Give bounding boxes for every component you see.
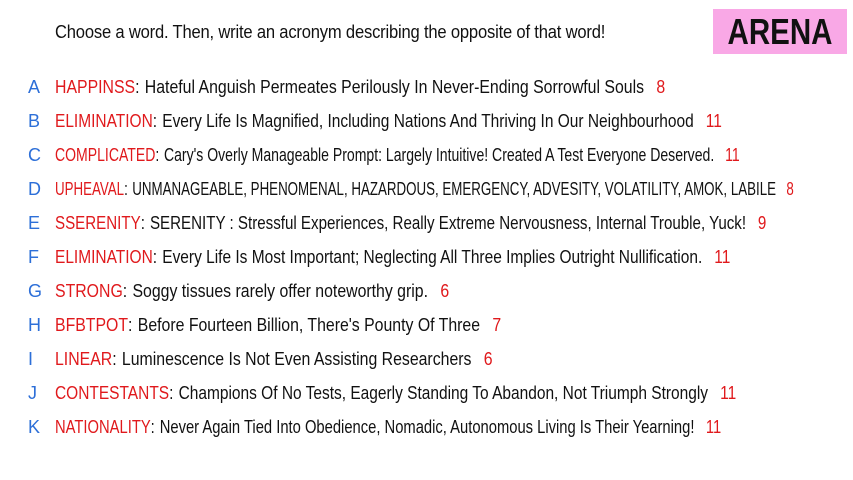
answer-row: F ELIMINATION: Every Life Is Most Importan…: [0, 240, 853, 274]
answer-row: I LINEAR: Luminescence Is Not Even Assisti…: [0, 342, 853, 376]
answer-letter: H: [28, 314, 41, 335]
answer-score: 11: [705, 416, 722, 437]
answer-colon: :: [122, 280, 128, 301]
answer-word: NATIONALITY: [55, 416, 151, 437]
answer-line: COMPLICATED: Cary's Overly Manageable Pro…: [55, 145, 740, 166]
answer-letter: K: [28, 416, 41, 437]
answer-acronym: Hateful Anguish Permeates Perilously In …: [144, 76, 645, 97]
answer-acronym: UNMANAGEABLE, PHENOMENAL, HAZARDOUS, EME…: [132, 178, 777, 199]
arena-badge: ARENA: [713, 9, 847, 54]
answer-colon: :: [112, 348, 117, 369]
answer-line: ELIMINATION: Every Life Is Magnified, Inc…: [55, 111, 722, 132]
answer-colon: :: [152, 246, 158, 267]
answer-score: 6: [440, 280, 450, 301]
answer-row: E SSERENITY: SERENITY : Stressful Experien…: [0, 206, 853, 240]
answer-colon: :: [150, 416, 155, 437]
answer-letter: A: [28, 76, 41, 97]
answer-row: C COMPLICATED: Cary's Overly Manageable Pr…: [0, 138, 853, 172]
answer-score: 11: [705, 110, 722, 131]
answer-letter: D: [28, 178, 41, 199]
answer-word: SSERENITY: [55, 212, 141, 233]
answer-line: NATIONALITY: Never Again Tied Into Obedie…: [55, 417, 721, 438]
answer-letter: F: [28, 246, 39, 267]
answer-word: CONTESTANTS: [55, 382, 170, 403]
answer-row: H BFBTPOT: Before Fourteen Billion, There'…: [0, 308, 853, 342]
answer-score: 9: [757, 212, 767, 233]
answer-row: A HAPPINSS: Hateful Anguish Permeates Peri…: [0, 70, 853, 104]
answer-word: ELIMINATION: [55, 246, 153, 267]
answer-colon: :: [169, 382, 174, 403]
answer-row: D UPHEAVAL: UNMANAGEABLE, PHENOMENAL, HAZA…: [0, 172, 853, 206]
answer-acronym: Every Life Is Magnified, Including Natio…: [162, 110, 694, 131]
answer-row: G STRONG: Soggy tissues rarely offer notew…: [0, 274, 853, 308]
answer-score: 11: [714, 246, 731, 267]
answer-acronym: Luminescence Is Not Even Assisting Resea…: [121, 348, 472, 369]
answer-line: CONTESTANTS: Champions Of No Tests, Eager…: [55, 383, 736, 404]
game-screen: Choose a word. Then, write an acronym de…: [0, 0, 853, 480]
answer-score: 6: [483, 348, 493, 369]
arena-badge-label: ARENA: [727, 10, 833, 52]
answer-score: 8: [656, 76, 666, 97]
answer-word: UPHEAVAL: [55, 178, 125, 199]
answer-letter: C: [28, 144, 41, 165]
answer-letter: I: [28, 348, 34, 369]
answer-score: 11: [720, 382, 737, 403]
answer-colon: :: [128, 314, 133, 335]
answer-word: HAPPINSS: [55, 76, 136, 97]
answer-colon: :: [140, 212, 145, 233]
answer-line: STRONG: Soggy tissues rarely offer notewo…: [55, 281, 449, 302]
answer-line: LINEAR: Luminescence Is Not Even Assistin…: [55, 349, 493, 370]
answer-row: K NATIONALITY: Never Again Tied Into Obedi…: [0, 410, 853, 444]
answer-score: 7: [492, 314, 502, 335]
answer-line: HAPPINSS: Hateful Anguish Permeates Peril…: [55, 77, 665, 98]
answer-acronym: SERENITY : Stressful Experiences, Really…: [149, 212, 747, 233]
answer-row: B ELIMINATION: Every Life Is Magnified, In…: [0, 104, 853, 138]
answer-letter: G: [28, 280, 43, 301]
answer-acronym: Cary's Overly Manageable Prompt: Largely…: [163, 144, 715, 165]
answer-acronym: Before Fourteen Billion, There's Pounty …: [137, 314, 481, 335]
answer-word: ELIMINATION: [55, 110, 153, 131]
answer-colon: :: [155, 144, 160, 165]
answer-colon: :: [135, 76, 140, 97]
answer-colon: :: [124, 178, 128, 199]
answer-row: J CONTESTANTS: Champions Of No Tests, Eage…: [0, 376, 853, 410]
answer-word: COMPLICATED: [55, 144, 156, 165]
answer-letter: B: [28, 110, 41, 131]
answer-acronym: Never Again Tied Into Obedience, Nomadic…: [159, 416, 695, 437]
answer-score: 11: [725, 144, 740, 165]
answer-line: ELIMINATION: Every Life Is Most Important…: [55, 247, 730, 268]
answer-word: STRONG: [55, 280, 123, 301]
answer-letter: J: [28, 382, 37, 403]
answer-word: LINEAR: [55, 348, 113, 369]
prompt-text: Choose a word. Then, write an acronym de…: [55, 22, 606, 42]
answer-line: SSERENITY: SERENITY : Stressful Experienc…: [55, 213, 766, 234]
answer-acronym: Soggy tissues rarely offer noteworthy gr…: [132, 280, 429, 301]
answer-letter: E: [28, 212, 41, 233]
answer-word: BFBTPOT: [55, 314, 129, 335]
answer-acronym: Every Life Is Most Important; Neglecting…: [162, 246, 703, 267]
answer-score: 8: [786, 178, 794, 199]
answer-colon: :: [152, 110, 158, 131]
answer-acronym: Champions Of No Tests, Eagerly Standing …: [178, 382, 709, 403]
answer-line: BFBTPOT: Before Fourteen Billion, There's…: [55, 315, 501, 336]
answer-line: UPHEAVAL: UNMANAGEABLE, PHENOMENAL, HAZAR…: [55, 179, 794, 200]
